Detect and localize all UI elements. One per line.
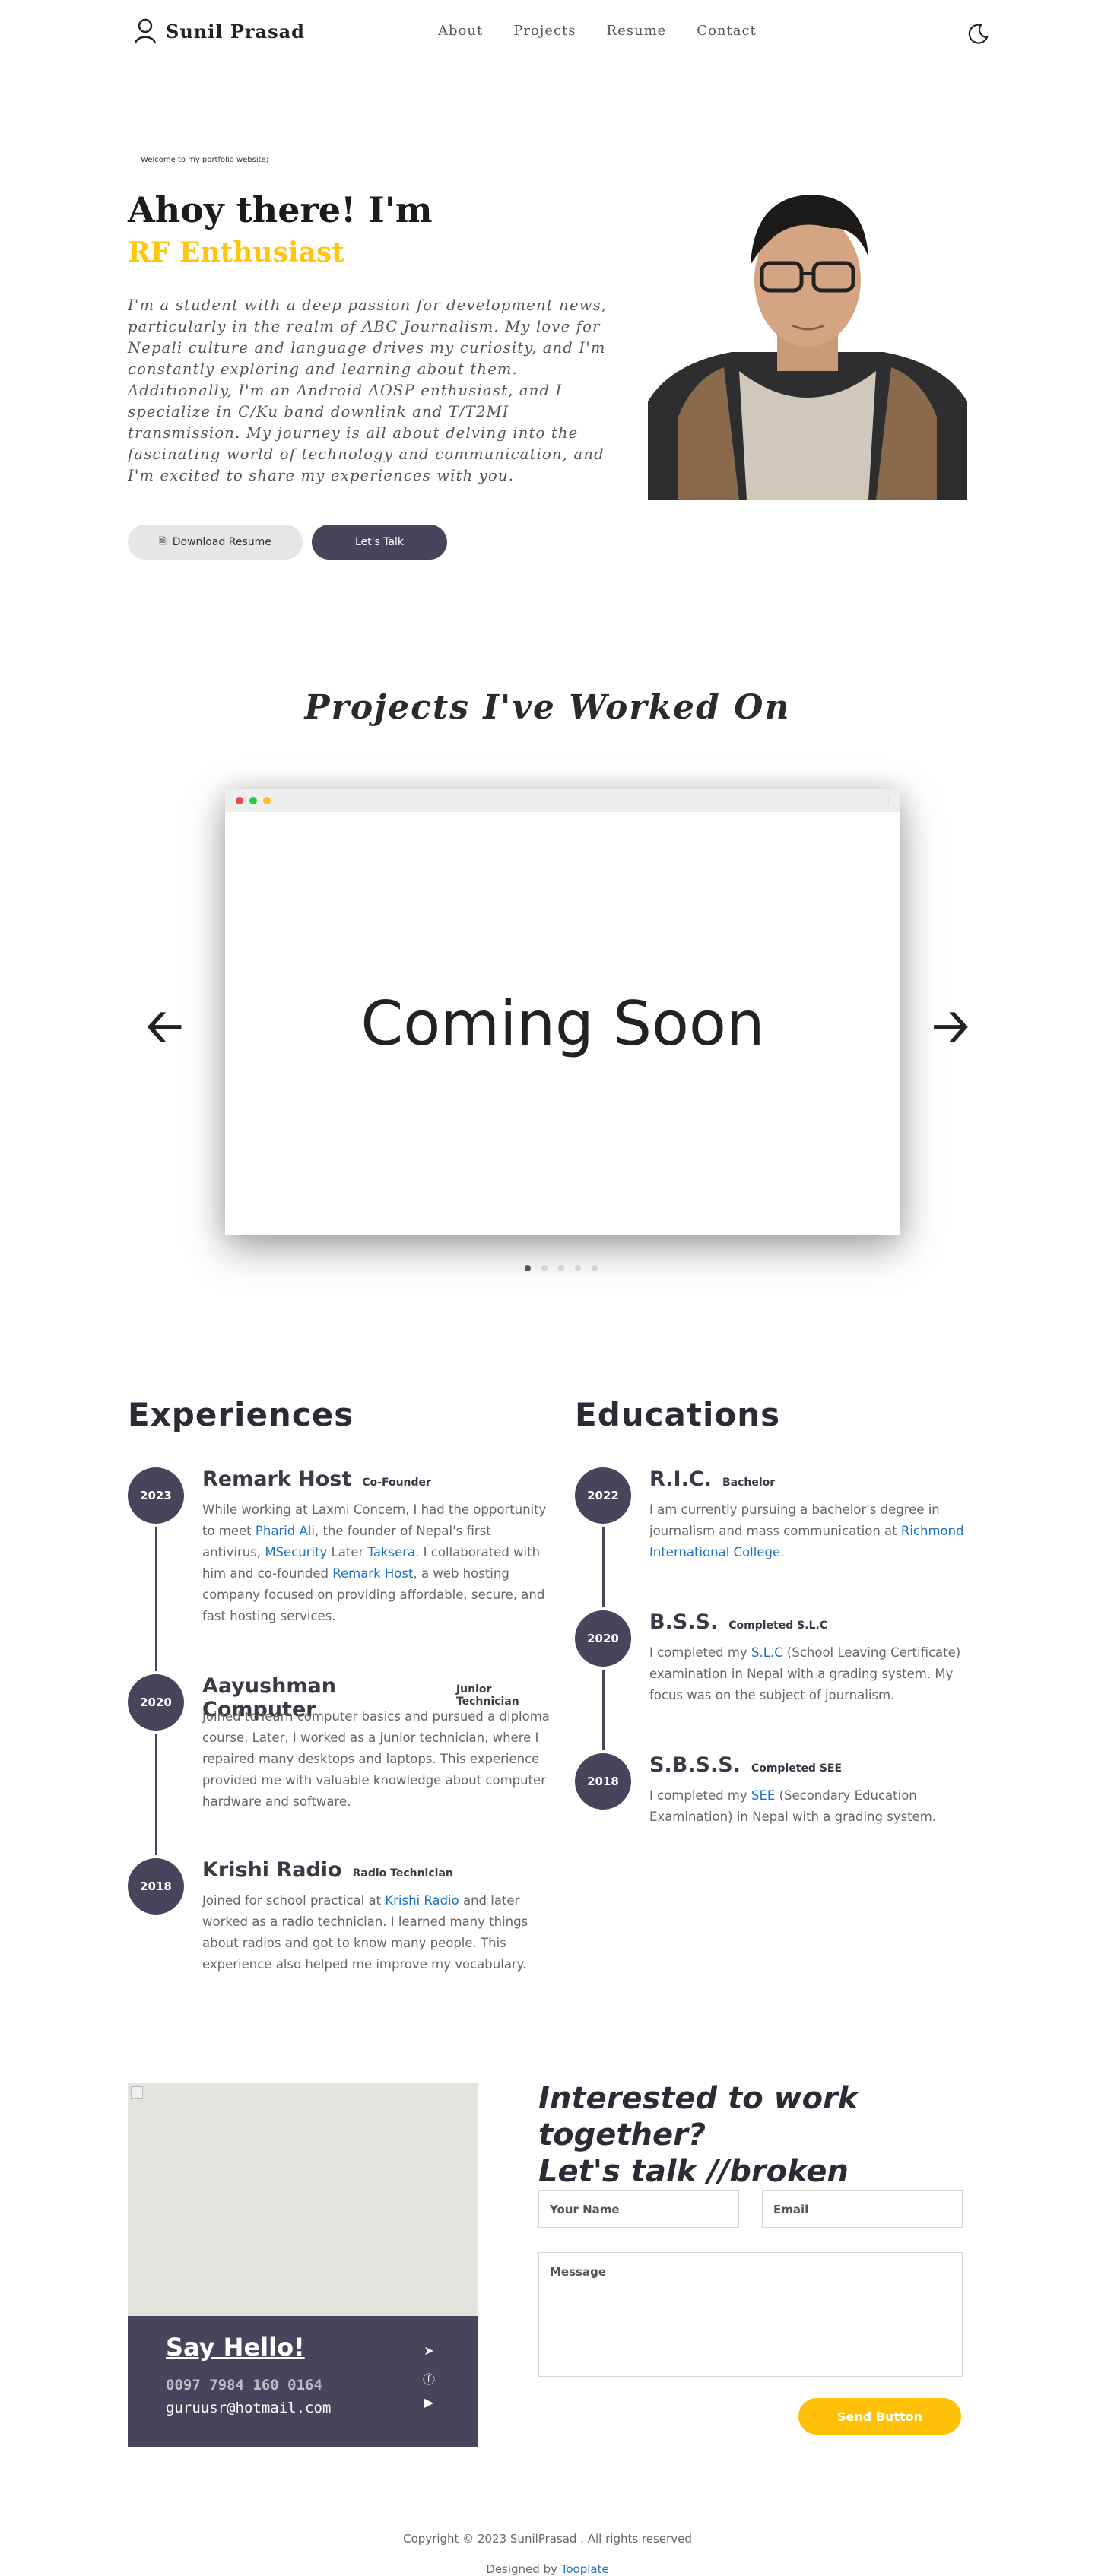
education-name: S.B.S.S. xyxy=(649,1753,741,1777)
carousel-dot-5[interactable] xyxy=(592,1265,598,1271)
experience-timeline: 2023 Remark Host Co-Founder While working… xyxy=(128,1467,554,2000)
year-badge: 2018 xyxy=(575,1753,631,1810)
experience-description: Joined for school practical at Krishi Ra… xyxy=(202,1890,552,1975)
education-description: I am currently pursuing a bachelor's deg… xyxy=(649,1499,984,1563)
contact-card: Say Hello! 0097 7984 160 0164 guruusr@ho… xyxy=(128,2316,478,2447)
welcome-text: Welcome to my portfolio website; xyxy=(141,156,269,164)
year-badge: 2022 xyxy=(575,1467,631,1524)
krishi-radio-link[interactable]: Krishi Radio xyxy=(385,1893,459,1908)
nav-link-projects[interactable]: Projects xyxy=(513,23,576,39)
hero-greeting: Ahoy there! I'm xyxy=(128,189,433,230)
experience-role: Co-Founder xyxy=(362,1477,431,1489)
taksera-link[interactable]: Taksera xyxy=(368,1545,416,1559)
navbar: Sunil Prasad About Projects Resume Conta… xyxy=(0,0,1095,65)
experience-name: Krishi Radio xyxy=(202,1858,342,1882)
main-menu: About Projects Resume Contact xyxy=(438,23,757,39)
year-badge: 2023 xyxy=(128,1467,184,1524)
carousel-dot-3[interactable] xyxy=(558,1265,564,1271)
kebab-menu-icon: ⋮ xyxy=(884,796,893,806)
lets-talk-button[interactable]: Let's Talk xyxy=(312,525,447,560)
hero-role: RF Enthusiast xyxy=(128,236,344,268)
nav-link-contact[interactable]: Contact xyxy=(697,23,756,39)
text-part: I completed my xyxy=(649,1645,751,1660)
education-description: I completed my S.L.C (School Leaving Cer… xyxy=(649,1642,984,1706)
nav-link-about[interactable]: About xyxy=(438,23,483,39)
year-badge: 2020 xyxy=(575,1610,631,1667)
say-hello-heading: Say Hello! xyxy=(166,2333,305,2362)
text-part: . xyxy=(780,1545,785,1559)
carousel-dot-2[interactable] xyxy=(541,1265,548,1271)
designer-credit: Designed by Tooplate xyxy=(0,2562,1095,2576)
message-textarea[interactable]: Message xyxy=(538,2252,963,2377)
education-name: R.I.C. xyxy=(649,1467,712,1491)
education-role: Bachelor xyxy=(722,1477,776,1489)
experience-name: Remark Host xyxy=(202,1467,352,1491)
remark-host-link[interactable]: Remark Host xyxy=(332,1566,413,1581)
designed-by-label: Designed by xyxy=(486,2562,557,2576)
year-badge: 2020 xyxy=(128,1674,184,1731)
pharid-ali-link[interactable]: Pharid Ali xyxy=(256,1524,315,1538)
experience-description: Joined to learn computer basics and purs… xyxy=(202,1709,550,1809)
name-input[interactable]: Your Name xyxy=(538,2190,739,2228)
text-part: I am currently pursuing a bachelor's deg… xyxy=(649,1502,940,1538)
carousel-prev-arrow-icon[interactable]: 🡠 xyxy=(146,1004,192,1049)
slc-link[interactable]: S.L.C xyxy=(751,1645,783,1660)
phone-number[interactable]: 0097 7984 160 0164 xyxy=(166,2377,322,2394)
msecurity-link[interactable]: MSecurity xyxy=(265,1545,327,1559)
browser-toolbar: ⋮ xyxy=(225,789,900,812)
coming-soon-text: Coming Soon xyxy=(360,988,765,1059)
education-name: B.S.S. xyxy=(649,1610,719,1634)
telegram-icon[interactable]: ➤ xyxy=(421,2343,436,2359)
maximize-dot-icon xyxy=(249,797,257,804)
carousel-indicators xyxy=(525,1265,598,1271)
text-part: Later xyxy=(327,1545,368,1559)
file-icon: 🗎 xyxy=(159,535,167,547)
carousel-dot-4[interactable] xyxy=(575,1265,581,1271)
close-dot-icon xyxy=(236,797,243,804)
hero-description: I'm a student with a deep passion for de… xyxy=(128,297,608,484)
year-badge: 2018 xyxy=(128,1858,184,1915)
nav-link-resume[interactable]: Resume xyxy=(607,23,667,39)
email-address[interactable]: guruusr@hotmail.com xyxy=(166,2400,331,2416)
carousel-dot-1[interactable] xyxy=(525,1265,531,1271)
experience-role: Junior Technician xyxy=(455,1683,519,1708)
text-part: Joined for school practical at xyxy=(202,1893,386,1908)
cta-line-1: Interested to work together? xyxy=(538,2081,859,2152)
moon-icon xyxy=(968,24,989,44)
copyright-text: Copyright © 2023 SunilPrasad . All right… xyxy=(403,2532,692,2546)
project-slide[interactable]: ⋮ Coming Soon xyxy=(225,789,900,1235)
education-timeline: 2022 R.I.C. Bachelor I am currently pursu… xyxy=(575,1467,1001,1848)
youtube-icon[interactable]: ▶ xyxy=(421,2395,436,2410)
brand[interactable]: Sunil Prasad xyxy=(134,18,305,44)
theme-toggle-button[interactable] xyxy=(966,21,990,46)
projects-section-title: Projects I've Worked On xyxy=(304,688,791,727)
brand-name: Sunil Prasad xyxy=(166,20,305,43)
lets-talk-label: Let's Talk xyxy=(354,536,405,548)
minimize-dot-icon xyxy=(263,797,271,804)
tooplate-link[interactable]: Tooplate xyxy=(561,2562,609,2576)
experience-description: While working at Laxmi Concern, I had th… xyxy=(202,1499,552,1627)
profile-portrait xyxy=(648,173,967,500)
facebook-icon[interactable]: ⓕ xyxy=(421,2369,436,2387)
contact-image-broken xyxy=(128,2083,478,2316)
download-resume-label: Download Resume xyxy=(172,536,271,548)
contact-cta-heading: Interested to work together? Let's talk … xyxy=(538,2080,979,2190)
education-role: Completed S.L.C xyxy=(728,1620,828,1632)
education-role: Completed SEE xyxy=(751,1762,843,1775)
experience-role: Radio Technician xyxy=(352,1867,453,1880)
educations-title: Educations xyxy=(575,1396,781,1433)
user-icon xyxy=(134,18,157,44)
see-link[interactable]: SEE xyxy=(751,1788,775,1803)
broken-image-icon xyxy=(131,2086,143,2099)
cta-line-2: Let's talk //broken xyxy=(538,2154,849,2189)
send-button[interactable]: Send Button xyxy=(798,2398,961,2435)
download-resume-button[interactable]: 🗎 Download Resume xyxy=(128,525,303,560)
carousel-next-arrow-icon[interactable]: 🡢 xyxy=(932,1004,978,1049)
email-input[interactable]: Email xyxy=(762,2190,963,2228)
experiences-title: Experiences xyxy=(128,1396,354,1433)
education-description: I completed my SEE (Secondary Education … xyxy=(649,1785,984,1828)
text-part: I completed my xyxy=(649,1788,751,1803)
